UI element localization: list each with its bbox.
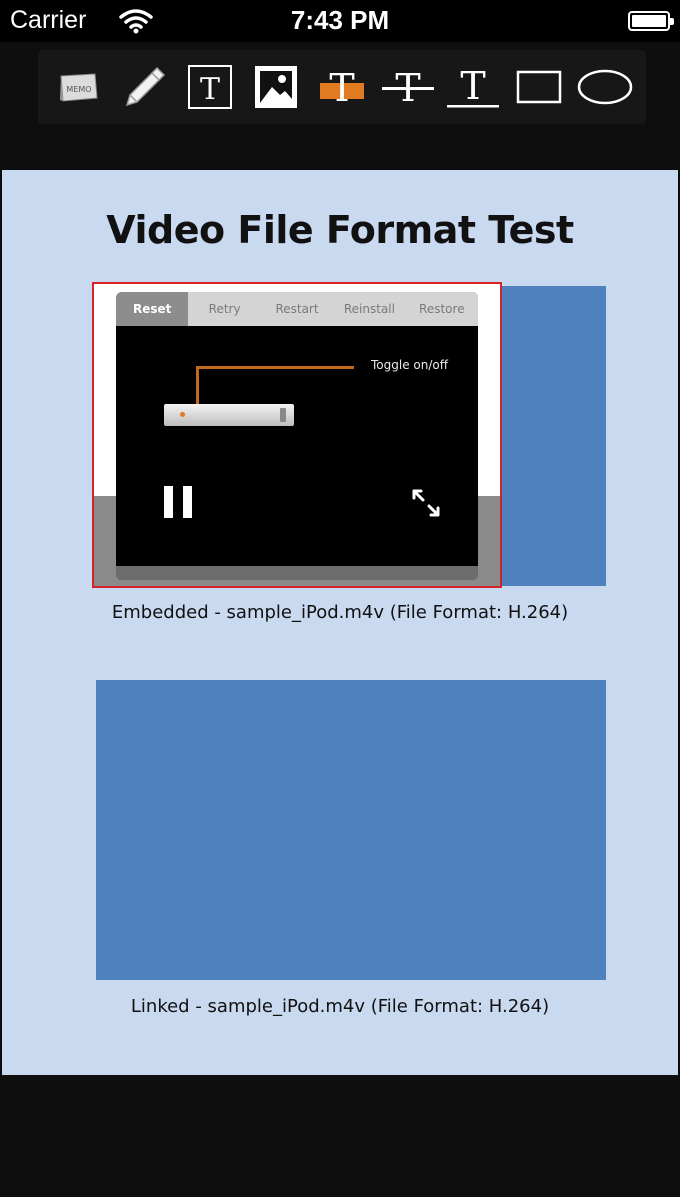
highlight-tool[interactable]: T: [312, 57, 372, 117]
video-tab-reset: Reset: [116, 292, 189, 326]
linked-video-placeholder[interactable]: [96, 680, 606, 980]
annotation-label: Toggle on/off: [371, 358, 448, 372]
pencil-tool[interactable]: [115, 57, 175, 117]
annotation-line-vertical: [196, 366, 199, 406]
player-controls-bar: [116, 566, 478, 580]
text-box-icon: T: [188, 65, 233, 109]
bottom-bar: [0, 1075, 680, 1197]
video-tab-bar: Reset Retry Restart Reinstall Restore: [116, 292, 478, 326]
annotation-toolbar: MEMO T T T T: [38, 50, 646, 124]
text-box-label: T: [200, 72, 220, 107]
rectangle-icon: [516, 70, 562, 104]
pause-icon: [164, 486, 173, 518]
ellipse-icon: [577, 69, 633, 105]
pause-button[interactable]: [164, 486, 192, 518]
memo-note-icon: MEMO: [59, 73, 98, 102]
device-image: [164, 404, 294, 426]
ellipse-tool[interactable]: [575, 57, 635, 117]
underline-tool[interactable]: T: [443, 57, 503, 117]
toolbar-area: MEMO T T T T: [0, 42, 680, 170]
page-title: Video File Format Test: [106, 208, 574, 252]
video-tab-restore: Restore: [419, 302, 465, 316]
image-tool[interactable]: [246, 57, 306, 117]
pencil-icon: [125, 66, 165, 107]
highlight-text-icon: T: [319, 66, 364, 110]
strikethrough-text-icon: T: [381, 66, 434, 110]
underline-text-icon: T: [447, 64, 500, 108]
clock: 7:43 PM: [290, 5, 390, 35]
memo-label: MEMO: [66, 85, 91, 94]
memo-tool[interactable]: MEMO: [49, 57, 109, 117]
annotation-line: [196, 366, 354, 369]
battery-icon: [628, 11, 674, 31]
status-bar: Carrier 7:43 PM: [0, 0, 680, 42]
document-page: Video File Format Test Reset Retry Resta…: [2, 170, 678, 1075]
video-screen[interactable]: Reset Retry Restart Reinstall Restore To…: [116, 292, 478, 580]
video-tab-retry: Retry: [208, 302, 241, 316]
highlight-label: T: [329, 66, 354, 110]
strikethrough-tool[interactable]: T: [378, 57, 438, 117]
video-tab-reinstall: Reinstall: [343, 302, 395, 316]
image-icon: [255, 66, 298, 108]
text-box-tool[interactable]: T: [180, 57, 240, 117]
embedded-video-player[interactable]: Reset Retry Restart Reinstall Restore To…: [92, 282, 502, 588]
video-tab-restart: Restart: [275, 302, 319, 316]
embedded-video-caption: Embedded - sample_iPod.m4v (File Format:…: [111, 602, 569, 623]
underline-label: T: [461, 64, 486, 108]
fullscreen-icon[interactable]: [411, 488, 441, 518]
rectangle-tool[interactable]: [509, 57, 569, 117]
linked-video-caption: Linked - sample_iPod.m4v (File Format: H…: [130, 996, 550, 1017]
